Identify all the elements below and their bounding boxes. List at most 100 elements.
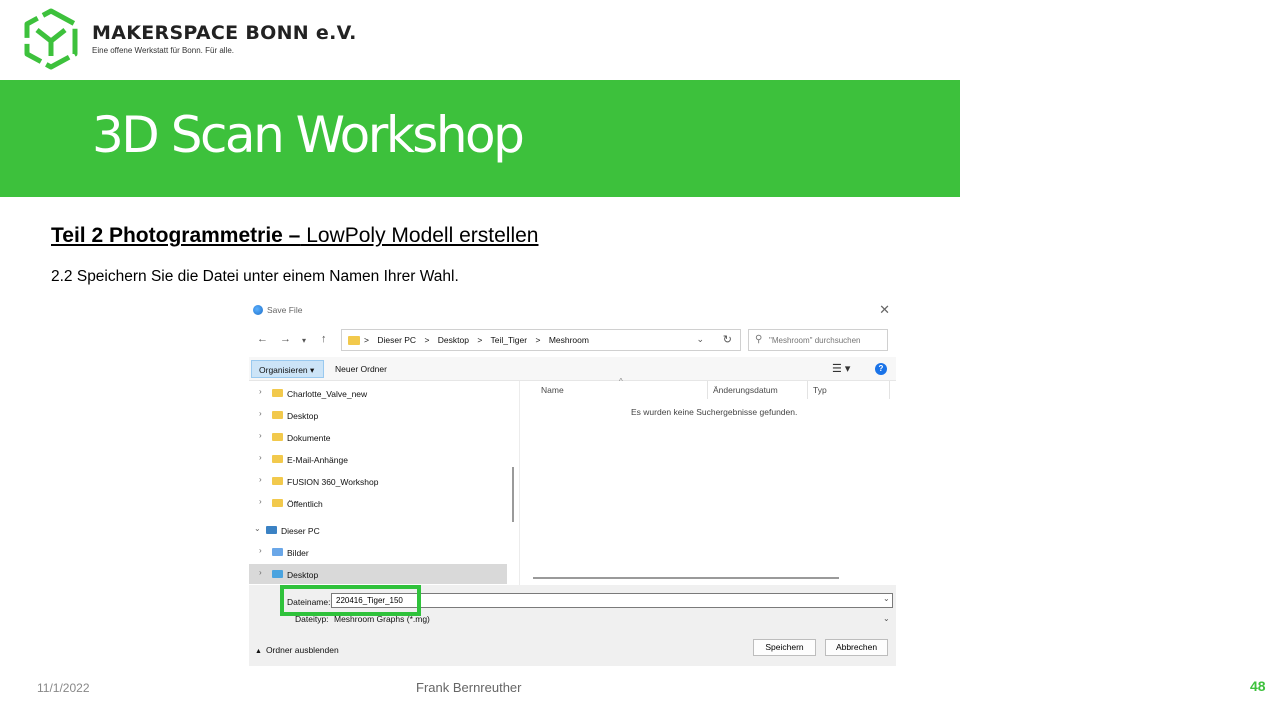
organize-button[interactable]: Organisieren ▾: [251, 360, 324, 378]
slide-title: 3D Scan Workshop: [92, 106, 525, 164]
empty-results-message: Es wurden keine Suchergebnisse gefunden.: [631, 407, 798, 417]
tree-item-label: E-Mail-Anhänge: [287, 455, 348, 465]
app-icon: [253, 305, 263, 315]
chevron-right-icon[interactable]: ›: [259, 453, 262, 462]
tree-item-oeffentlich[interactable]: › Öffentlich: [249, 493, 507, 513]
pc-icon: [266, 526, 277, 534]
help-icon[interactable]: ?: [875, 363, 887, 375]
cancel-button[interactable]: Abbrechen: [825, 639, 888, 656]
dialog-titlebar: Save File ✕: [249, 299, 896, 321]
folder-icon: [272, 455, 283, 463]
search-icon: ⚲: [755, 334, 763, 345]
breadcrumb-separator: >: [477, 335, 483, 345]
breadcrumb-desktop[interactable]: Desktop: [438, 335, 469, 345]
up-arrow-icon[interactable]: ↑: [321, 333, 327, 345]
folder-icon: [348, 336, 360, 345]
pictures-icon: [272, 548, 283, 556]
org-tagline: Eine offene Werkstatt für Bonn. Für alle…: [92, 46, 234, 55]
folder-icon: [272, 499, 283, 507]
tree-item-email-anhaenge[interactable]: › E-Mail-Anhänge: [249, 449, 507, 469]
breadcrumb-teil-tiger[interactable]: Teil_Tiger: [491, 335, 528, 345]
dialog-title: Save File: [267, 305, 303, 315]
folder-icon: [272, 477, 283, 485]
chevron-right-icon[interactable]: ›: [259, 546, 262, 555]
chevron-right-icon[interactable]: ›: [259, 475, 262, 484]
chevron-down-icon[interactable]: ⌄: [696, 334, 704, 345]
save-file-dialog: Save File ✕ ← → ▾ ↑ > Dieser PC > Deskto…: [249, 299, 896, 666]
tree-item-desktop-pc[interactable]: › Desktop: [249, 564, 507, 584]
tree-item-label: Desktop: [287, 411, 319, 421]
search-box[interactable]: ⚲: [748, 329, 888, 351]
chevron-down-icon[interactable]: ⌄: [883, 594, 890, 603]
chevron-right-icon[interactable]: ›: [259, 387, 262, 396]
title-band: 3D Scan Workshop: [0, 80, 960, 197]
tree-item-label: Dieser PC: [281, 526, 320, 536]
chevron-right-icon[interactable]: ›: [259, 431, 262, 440]
column-separator[interactable]: [807, 381, 808, 399]
tree-item-bilder[interactable]: › Bilder: [249, 542, 507, 562]
horizontal-scrollbar[interactable]: [533, 577, 839, 579]
column-modified[interactable]: Änderungsdatum: [713, 385, 778, 399]
filetype-label: Dateityp:: [295, 614, 329, 624]
new-folder-button[interactable]: Neuer Ordner: [335, 364, 387, 374]
filename-input[interactable]: [331, 593, 893, 608]
step-instruction: 2.2 Speichern Sie die Datei unter einem …: [51, 268, 459, 285]
filetype-select[interactable]: Meshroom Graphs (*.mg): [334, 614, 430, 624]
search-input[interactable]: [769, 334, 884, 347]
sort-ascending-icon: ^: [619, 377, 623, 386]
folder-icon: [272, 433, 283, 441]
subtitle-bold: Teil 2 Photogrammetrie –: [51, 224, 301, 247]
chevron-right-icon[interactable]: ›: [259, 497, 262, 506]
command-bar: Organisieren ▾ Neuer Ordner ☰ ▾ ?: [249, 357, 896, 381]
folder-icon: [272, 411, 283, 419]
tree-item-label: Charlotte_Valve_new: [287, 389, 368, 399]
column-separator[interactable]: [889, 381, 890, 399]
chevron-down-icon[interactable]: ⌄: [883, 614, 890, 623]
close-icon[interactable]: ✕: [879, 302, 890, 318]
dialog-footer: Dateiname: ⌄ Dateityp: Meshroom Graphs (…: [249, 585, 896, 666]
navigation-tree: › Charlotte_Valve_new › Desktop › Dokumente…: [249, 381, 511, 584]
tree-item-charlotte-valve-new[interactable]: › Charlotte_Valve_new: [249, 383, 507, 403]
footer-author: Frank Bernreuther: [416, 680, 522, 695]
column-separator[interactable]: [707, 381, 708, 399]
column-name[interactable]: Name: [541, 385, 564, 399]
breadcrumb-dieser-pc[interactable]: Dieser PC: [377, 335, 416, 345]
page-number: 48: [1250, 678, 1266, 694]
breadcrumb: > Dieser PC > Desktop > Teil_Tiger > Mes…: [364, 335, 595, 345]
tree-item-label: Öffentlich: [287, 499, 323, 509]
chevron-down-icon[interactable]: ⌄: [254, 524, 261, 533]
makerspace-logo: [24, 8, 78, 70]
tree-item-dieser-pc[interactable]: ⌄ Dieser PC: [249, 520, 507, 540]
subtitle-rest: LowPoly Modell erstellen: [300, 224, 539, 247]
refresh-icon[interactable]: ↻: [723, 333, 732, 346]
tree-item-label: FUSION 360_Workshop: [287, 477, 379, 487]
filename-label: Dateiname:: [287, 597, 331, 607]
chevron-right-icon[interactable]: ›: [259, 568, 262, 577]
back-arrow-icon[interactable]: ←: [257, 333, 268, 345]
hide-folders-label: Ordner ausblenden: [265, 645, 339, 655]
tree-item-label: Bilder: [287, 548, 309, 558]
column-type[interactable]: Typ: [813, 385, 827, 399]
navigation-bar: ← → ▾ ↑ > Dieser PC > Desktop > Teil_Tig…: [249, 327, 896, 353]
slide-subtitle: Teil 2 Photogrammetrie – LowPoly Modell …: [51, 224, 538, 248]
hide-folders-toggle[interactable]: ▲ Ordner ausblenden: [255, 645, 339, 655]
view-options-icon[interactable]: ☰ ▾: [832, 362, 850, 375]
tree-item-fusion-360-workshop[interactable]: › FUSION 360_Workshop: [249, 471, 507, 491]
file-list: ^ Name Änderungsdatum Typ Es wurden kein…: [521, 377, 896, 585]
forward-arrow-icon[interactable]: →: [280, 333, 291, 345]
breadcrumb-separator: >: [424, 335, 430, 345]
org-name: MAKERSPACE BONN e.V.: [92, 22, 357, 44]
folder-icon: [272, 389, 283, 397]
tree-item-dokumente[interactable]: › Dokumente: [249, 427, 507, 447]
save-button[interactable]: Speichern: [753, 639, 816, 656]
recent-locations-icon[interactable]: ▾: [302, 335, 306, 347]
tree-item-label: Dokumente: [287, 433, 331, 443]
chevron-right-icon[interactable]: ›: [259, 409, 262, 418]
breadcrumb-meshroom[interactable]: Meshroom: [549, 335, 589, 345]
tree-scrollbar[interactable]: [512, 467, 514, 522]
tree-item-label: Desktop: [287, 570, 319, 580]
tree-item-desktop[interactable]: › Desktop: [249, 405, 507, 425]
footer-date: 11/1/2022: [37, 681, 90, 695]
address-bar[interactable]: > Dieser PC > Desktop > Teil_Tiger > Mes…: [341, 329, 741, 351]
breadcrumb-separator: >: [535, 335, 541, 345]
